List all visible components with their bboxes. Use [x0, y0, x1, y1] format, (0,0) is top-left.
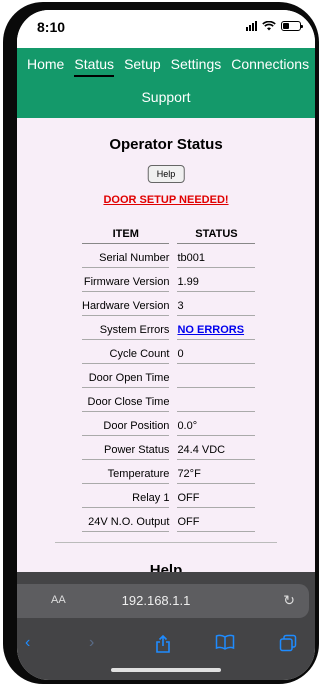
safari-bottom-bar: AA 192.168.1.1 ↻ ‹ › — [17, 572, 315, 680]
item-value — [177, 388, 256, 412]
item-value: 0 — [177, 340, 256, 364]
page-title: Operator Status — [109, 136, 223, 153]
item-label: Cycle Count — [82, 340, 170, 364]
item-label: Power Status — [82, 436, 170, 460]
nav-status[interactable]: Status — [74, 56, 115, 77]
item-value: 0.0° — [177, 412, 256, 436]
item-value: NO ERRORS — [177, 316, 256, 340]
item-label: Hardware Version — [82, 292, 170, 316]
wifi-icon — [262, 21, 276, 31]
item-value: 72°F — [177, 460, 256, 484]
table-row: Relay 1 OFF — [82, 484, 256, 508]
table-row: Temperature 72°F — [82, 460, 256, 484]
nav-connections[interactable]: Connections — [231, 56, 309, 77]
clock: 8:10 — [37, 19, 66, 35]
reload-icon[interactable]: ↻ — [283, 592, 295, 609]
cell-signal-icon — [246, 21, 257, 31]
item-label: System Errors — [82, 316, 170, 340]
nav-row: Home Status Setup Settings Connections — [17, 56, 315, 77]
help-button[interactable]: Help — [147, 165, 185, 183]
item-value: 3 — [177, 292, 256, 316]
phone-frame: 8:10 Home Status Setup Settings Connecti… — [3, 2, 319, 684]
bookmarks-icon[interactable] — [215, 634, 235, 650]
table-row: Cycle Count 0 — [82, 340, 256, 364]
nav-setup[interactable]: Setup — [124, 56, 161, 77]
status-content: Operator Status Help DOOR SETUP NEEDED! … — [17, 118, 315, 588]
safari-toolbar: ‹ › — [17, 634, 315, 660]
system-errors-link[interactable]: NO ERRORS — [177, 324, 244, 336]
battery-icon — [281, 21, 303, 31]
item-label: Door Open Time — [82, 364, 170, 388]
column-header-item: ITEM — [82, 224, 170, 244]
home-indicator — [111, 668, 221, 672]
item-value: 1.99 — [177, 268, 256, 292]
share-icon[interactable] — [155, 634, 171, 654]
nav-support[interactable]: Support — [141, 89, 190, 108]
top-navigation: Home Status Setup Settings Connections S… — [17, 48, 315, 118]
table-row: Door Position 0.0° — [82, 412, 256, 436]
table-row: Door Close Time — [82, 388, 256, 412]
table-header-row: ITEM STATUS — [82, 224, 256, 244]
item-label: Door Close Time — [82, 388, 170, 412]
item-label: Temperature — [82, 460, 170, 484]
item-value: OFF — [177, 484, 256, 508]
address-bar[interactable]: AA 192.168.1.1 ↻ — [17, 584, 309, 618]
item-label: 24V N.O. Output — [82, 508, 170, 532]
tabs-icon[interactable] — [279, 634, 297, 652]
back-icon[interactable]: ‹ — [25, 634, 30, 652]
door-setup-warning-link[interactable]: DOOR SETUP NEEDED! — [17, 194, 315, 206]
column-gap — [169, 224, 177, 244]
table-row: Power Status 24.4 VDC — [82, 436, 256, 460]
forward-icon[interactable]: › — [89, 634, 94, 652]
table-row: Hardware Version 3 — [82, 292, 256, 316]
item-label: Serial Number — [82, 244, 170, 268]
url-text: 192.168.1.1 — [121, 593, 191, 608]
item-label: Firmware Version — [82, 268, 170, 292]
item-value — [177, 364, 256, 388]
screen: 8:10 Home Status Setup Settings Connecti… — [17, 10, 315, 680]
column-header-status: STATUS — [177, 224, 256, 244]
ios-status-bar: 8:10 — [17, 10, 315, 48]
item-label: Relay 1 — [82, 484, 170, 508]
system-icons — [246, 21, 303, 31]
status-table: ITEM STATUS Serial Number tb001 Firmware… — [82, 224, 256, 532]
nav-row-2: Support — [17, 89, 315, 107]
table-row: 24V N.O. Output OFF — [82, 508, 256, 532]
table-row: Firmware Version 1.99 — [82, 268, 256, 292]
nav-home[interactable]: Home — [27, 56, 64, 77]
table-row: System Errors NO ERRORS — [82, 316, 256, 340]
item-value: tb001 — [177, 244, 256, 268]
item-value: OFF — [177, 508, 256, 532]
item-label: Door Position — [82, 412, 170, 436]
table-row: Serial Number tb001 — [82, 244, 256, 268]
section-divider — [55, 542, 277, 543]
nav-settings[interactable]: Settings — [171, 56, 222, 77]
item-value: 24.4 VDC — [177, 436, 256, 460]
table-row: Door Open Time — [82, 364, 256, 388]
